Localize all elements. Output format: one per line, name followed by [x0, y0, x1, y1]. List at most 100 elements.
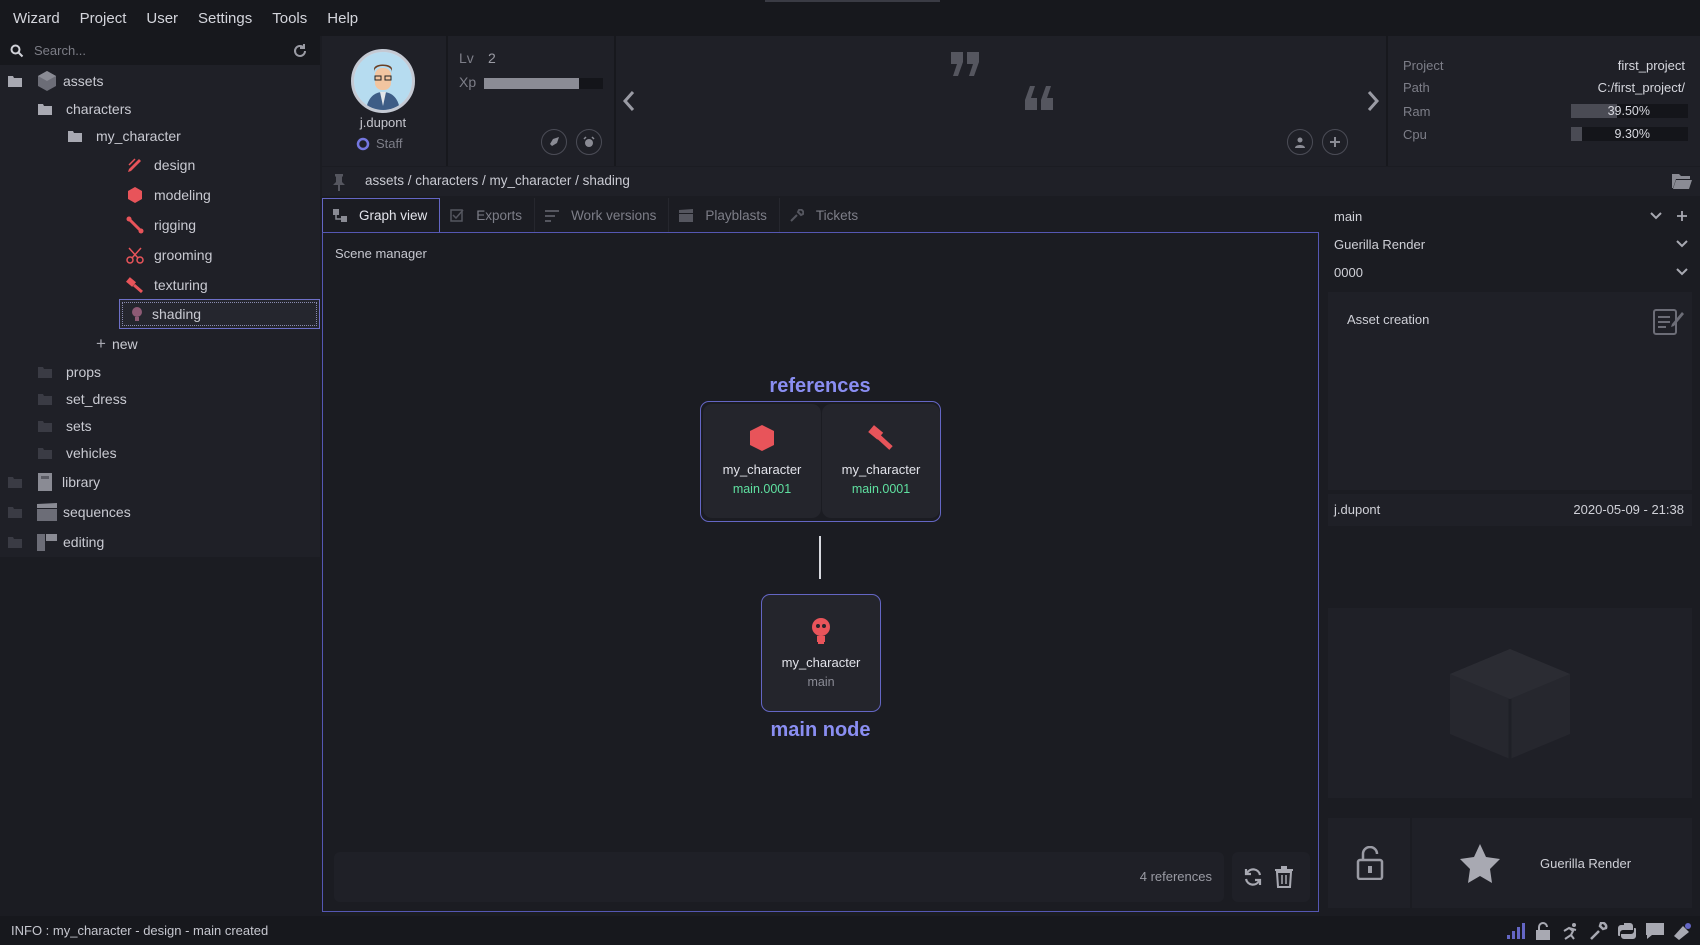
rocket-button[interactable]	[541, 129, 567, 155]
rigging-bone-icon	[126, 216, 144, 234]
wrench-icon[interactable]	[1589, 922, 1609, 940]
tree-item-shading[interactable]: shading	[119, 299, 320, 329]
running-icon[interactable]	[1561, 922, 1581, 940]
menu-wizard[interactable]: Wizard	[6, 10, 67, 27]
version-dropdown[interactable]: 0000	[1328, 259, 1692, 285]
tree-label: texturing	[154, 277, 208, 293]
folder-open-icon	[38, 104, 52, 115]
graph-icon	[333, 209, 347, 222]
tree-item-design[interactable]: design	[126, 151, 195, 179]
path-bar: assets / characters / my_character / sha…	[322, 167, 1700, 196]
refresh-icon[interactable]	[1242, 866, 1264, 888]
tree-label: my_character	[96, 128, 181, 144]
refresh-icon[interactable]	[292, 43, 308, 59]
tree-item-grooming[interactable]: grooming	[126, 241, 212, 269]
lock-button[interactable]	[1328, 818, 1412, 908]
prev-arrow-icon[interactable]	[622, 90, 636, 112]
texturing-brush-icon	[126, 277, 143, 294]
tab-playblasts[interactable]: Playblasts	[669, 198, 780, 232]
tree-label: library	[62, 474, 101, 490]
user-name: j.dupont	[359, 115, 407, 130]
avatar[interactable]	[351, 49, 415, 113]
menu-tools[interactable]: Tools	[265, 10, 314, 27]
render-button[interactable]: Guerilla Render	[1540, 856, 1631, 871]
tree-item-texturing[interactable]: texturing	[126, 271, 208, 299]
references-count: 4 references	[1139, 869, 1212, 884]
reference-node[interactable]: my_character main.0001	[703, 404, 821, 518]
tree-label: sequences	[63, 504, 131, 520]
tree-item-modeling[interactable]: modeling	[126, 181, 211, 209]
window-grip	[765, 0, 940, 2]
list-icon	[545, 209, 560, 222]
status-bar: INFO : my_character - design - main crea…	[0, 916, 1700, 945]
menu-user[interactable]: User	[139, 10, 185, 27]
folder-icon	[8, 477, 22, 488]
search-bar	[0, 36, 320, 65]
python-icon[interactable]	[1617, 922, 1637, 940]
tree-item-rigging[interactable]: rigging	[126, 211, 196, 239]
folder-icon	[38, 367, 52, 378]
tab-exports[interactable]: Exports	[440, 198, 536, 232]
tree-item-my-character[interactable]: my_character	[68, 122, 181, 150]
star-icon[interactable]	[1459, 843, 1501, 883]
renderer-dropdown[interactable]: Guerilla Render	[1328, 231, 1692, 257]
tab-tickets[interactable]: Tickets	[780, 198, 870, 232]
wrench-icon	[790, 208, 804, 222]
alarm-button[interactable]	[576, 129, 602, 155]
chat-icon[interactable]	[1645, 922, 1665, 940]
quote-close-icon	[1025, 86, 1053, 110]
tree-item-sets[interactable]: sets	[38, 412, 92, 440]
asset-cube-icon	[38, 71, 56, 91]
header-panel	[322, 36, 1700, 166]
next-arrow-icon[interactable]	[1366, 90, 1380, 112]
tree-item-props[interactable]: props	[38, 358, 101, 386]
breadcrumb[interactable]: assets / characters / my_character / sha…	[365, 173, 630, 188]
tree-item-library[interactable]: library	[8, 468, 100, 496]
pin-icon[interactable]	[332, 173, 346, 191]
notification-icon[interactable]	[1673, 922, 1693, 940]
plus-icon[interactable]	[1676, 210, 1688, 222]
menu-settings[interactable]: Settings	[191, 10, 259, 27]
folder-icon	[8, 537, 22, 548]
trash-icon[interactable]	[1274, 866, 1294, 888]
add-button[interactable]	[1322, 129, 1348, 155]
open-folder-icon[interactable]	[1672, 173, 1692, 189]
user-button[interactable]	[1287, 129, 1313, 155]
tree-item-vehicles[interactable]: vehicles	[38, 439, 117, 467]
film-edit-icon	[37, 534, 57, 551]
clapper-icon	[679, 208, 694, 222]
chevron-down-icon	[1676, 268, 1688, 276]
checkbox-icon	[450, 208, 464, 222]
cpu-bar-fill	[1571, 127, 1582, 141]
menu-project[interactable]: Project	[73, 10, 134, 27]
tree-item-sequences[interactable]: sequences	[8, 498, 131, 526]
unlock-icon	[1356, 846, 1384, 880]
tree-item-editing[interactable]: editing	[8, 528, 104, 556]
signal-icon[interactable]	[1505, 922, 1525, 940]
user-role: Staff	[356, 136, 403, 151]
variant-dropdown[interactable]: main	[1328, 203, 1692, 229]
tree-label: editing	[63, 534, 105, 550]
tree-item-characters[interactable]: characters	[38, 95, 131, 123]
tab-graph-view[interactable]: Graph view	[322, 198, 441, 232]
tree-item-set-dress[interactable]: set_dress	[38, 385, 127, 413]
project-value: first_project	[1617, 58, 1685, 73]
menu-help[interactable]: Help	[320, 10, 365, 27]
tree-label: design	[154, 157, 196, 173]
path-value: C:/first_project/	[1597, 80, 1685, 95]
edit-note-icon[interactable]	[1652, 304, 1684, 336]
search-input[interactable]	[34, 43, 264, 58]
tree-item-assets[interactable]: assets	[8, 67, 103, 95]
lock-icon[interactable]	[1533, 922, 1553, 940]
tree-label: new	[111, 336, 138, 352]
ram-label: Ram	[1403, 104, 1431, 119]
tree-item-new[interactable]: + new	[96, 330, 138, 358]
node-name: my_character	[841, 462, 921, 477]
folder-icon	[38, 448, 52, 459]
author: j.dupont	[1334, 502, 1381, 517]
reference-node[interactable]: my_character main.0001	[822, 404, 940, 518]
main-node[interactable]: my_character main	[761, 594, 881, 712]
section-label: Scene manager	[335, 246, 427, 261]
chevron-down-icon	[1650, 212, 1662, 220]
tab-work-versions[interactable]: Work versions	[535, 198, 670, 232]
